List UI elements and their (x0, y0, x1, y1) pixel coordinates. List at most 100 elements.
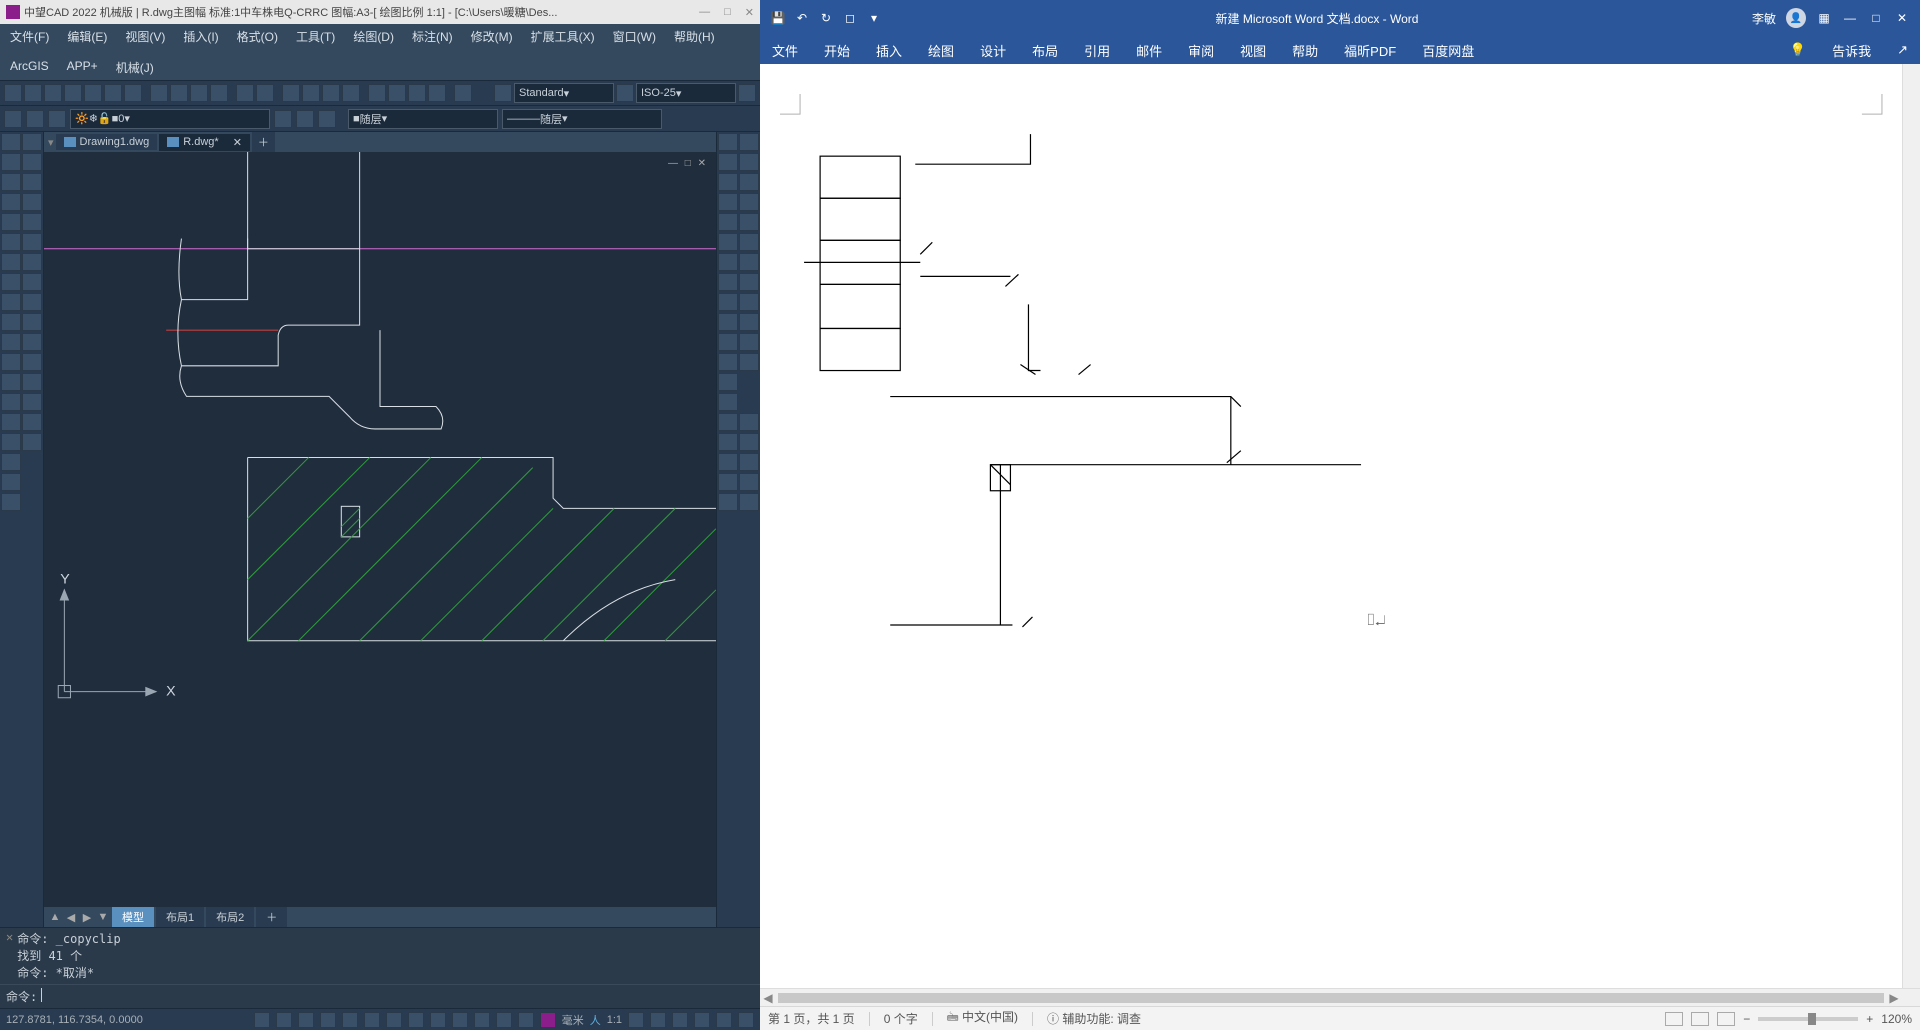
qp-icon[interactable] (474, 1012, 490, 1028)
ribbon-insert[interactable]: 插入 (872, 39, 906, 62)
mech-10-icon[interactable] (739, 313, 759, 331)
annolock-icon[interactable] (650, 1012, 666, 1028)
ortho-icon[interactable] (298, 1012, 314, 1028)
menu-modify[interactable]: 修改(M) (467, 26, 517, 47)
dim-continue-icon[interactable] (718, 313, 738, 331)
word-page[interactable]: ⌷↵ (760, 64, 1902, 988)
mech-1-icon[interactable] (739, 133, 759, 151)
ducs-icon[interactable] (386, 1012, 402, 1028)
layout-1[interactable]: 布局1 (156, 907, 204, 927)
dim-linear-icon[interactable] (718, 133, 738, 151)
menu-dimension[interactable]: 标注(N) (408, 26, 457, 47)
cad-maximize-button[interactable]: □ (724, 6, 731, 19)
annoscale-icon[interactable] (540, 1012, 556, 1028)
layout-nav-prev[interactable]: ◀ (64, 911, 78, 924)
point-icon[interactable] (1, 373, 21, 391)
custom-icon[interactable] (694, 1012, 710, 1028)
dim-space-icon[interactable] (718, 333, 738, 351)
arc-icon[interactable] (1, 233, 21, 251)
block-icon[interactable] (1, 353, 21, 371)
color-select[interactable]: ■ 随层 ▾ (348, 109, 498, 129)
mech-6-icon[interactable] (739, 233, 759, 251)
spline-icon[interactable] (1, 293, 21, 311)
lwt-icon[interactable] (430, 1012, 446, 1028)
tpy-icon[interactable] (452, 1012, 468, 1028)
new-icon[interactable] (4, 84, 22, 102)
ribbon-draw[interactable]: 绘图 (924, 39, 958, 62)
open-icon[interactable] (24, 84, 42, 102)
cad-close-button[interactable]: ✕ (745, 6, 754, 19)
vertical-scrollbar[interactable] (1902, 64, 1920, 988)
view-print-icon[interactable] (1691, 1012, 1709, 1026)
menu-file[interactable]: 文件(F) (6, 26, 53, 47)
ribbon-file[interactable]: 文件 (768, 39, 802, 62)
mirror-icon[interactable] (22, 173, 42, 191)
dim-break-icon[interactable] (718, 353, 738, 371)
copy-icon[interactable] (170, 84, 188, 102)
ribbon-mailings[interactable]: 邮件 (1132, 39, 1166, 62)
copy2-icon[interactable] (22, 153, 42, 171)
redo-icon[interactable] (256, 84, 274, 102)
break-icon[interactable] (22, 353, 42, 371)
move-icon[interactable] (22, 233, 42, 251)
extend-icon[interactable] (22, 333, 42, 351)
ribbon-options-icon[interactable]: ▦ (1816, 10, 1832, 26)
cad-minimize-button[interactable]: — (699, 6, 710, 19)
fillet-icon[interactable] (22, 413, 42, 431)
status-page[interactable]: 第 1 页，共 1 页 (768, 1010, 855, 1027)
tolerance-icon[interactable] (718, 373, 738, 391)
menu-arcgis[interactable]: ArcGIS (6, 57, 53, 78)
tablestyle-icon[interactable] (738, 84, 756, 102)
ribbon-baidu[interactable]: 百度网盘 (1418, 39, 1478, 62)
group-1-icon[interactable] (739, 413, 759, 431)
dim-diameter-icon[interactable] (718, 233, 738, 251)
offset-icon[interactable] (22, 193, 42, 211)
dim-radius-icon[interactable] (718, 213, 738, 231)
sheetset-icon[interactable] (428, 84, 446, 102)
ws-icon[interactable] (672, 1012, 688, 1028)
mech-8-icon[interactable] (739, 273, 759, 291)
menu-insert[interactable]: 插入(I) (179, 26, 222, 47)
gradient-icon[interactable] (1, 413, 21, 431)
addsel-icon[interactable] (1, 493, 21, 511)
table-icon[interactable] (1, 453, 21, 471)
zoomwin-icon[interactable] (322, 84, 340, 102)
group-4-icon[interactable] (739, 473, 759, 491)
group-2-icon[interactable] (739, 433, 759, 451)
filetab-r[interactable]: R.dwg*✕ (159, 134, 250, 151)
plot-icon[interactable] (84, 84, 102, 102)
redo-icon[interactable]: ↻ (818, 10, 834, 26)
tell-me[interactable]: 告诉我 (1828, 39, 1875, 62)
undo-icon[interactable] (236, 84, 254, 102)
cut-icon[interactable] (150, 84, 168, 102)
polygon-icon[interactable] (1, 193, 21, 211)
publish-icon[interactable] (124, 84, 142, 102)
dcenter-icon[interactable] (388, 84, 406, 102)
menu-help[interactable]: 帮助(H) (670, 26, 719, 47)
user-name[interactable]: 李敏 (1752, 10, 1776, 27)
trim-icon[interactable] (22, 313, 42, 331)
undo-icon[interactable]: ↶ (794, 10, 810, 26)
layout-2[interactable]: 布局2 (206, 907, 254, 927)
menu-mechanical[interactable]: 机械(J) (112, 57, 158, 78)
hscroll-right-icon[interactable]: ▶ (1886, 991, 1902, 1005)
dimupdate-icon[interactable] (718, 493, 738, 511)
stretch-icon[interactable] (22, 293, 42, 311)
save-icon[interactable]: 💾 (770, 10, 786, 26)
rect-icon[interactable] (1, 213, 21, 231)
ribbon-layout[interactable]: 布局 (1028, 39, 1062, 62)
close-tab-icon[interactable]: ✕ (233, 136, 242, 149)
circle-icon[interactable] (1, 253, 21, 271)
textstyle-select[interactable]: Standard ▾ (514, 83, 614, 103)
osnap-icon[interactable] (342, 1012, 358, 1028)
zoom-icon[interactable] (302, 84, 320, 102)
otrack-icon[interactable] (364, 1012, 380, 1028)
menu-extensions[interactable]: 扩展工具(X) (527, 26, 599, 47)
status-words[interactable]: 0 个字 (884, 1010, 918, 1027)
mech-7-icon[interactable] (739, 253, 759, 271)
menu-view[interactable]: 视图(V) (121, 26, 169, 47)
props-icon[interactable] (368, 84, 386, 102)
ribbon-home[interactable]: 开始 (820, 39, 854, 62)
touch-icon[interactable]: ◻ (842, 10, 858, 26)
max-icon[interactable] (738, 1012, 754, 1028)
